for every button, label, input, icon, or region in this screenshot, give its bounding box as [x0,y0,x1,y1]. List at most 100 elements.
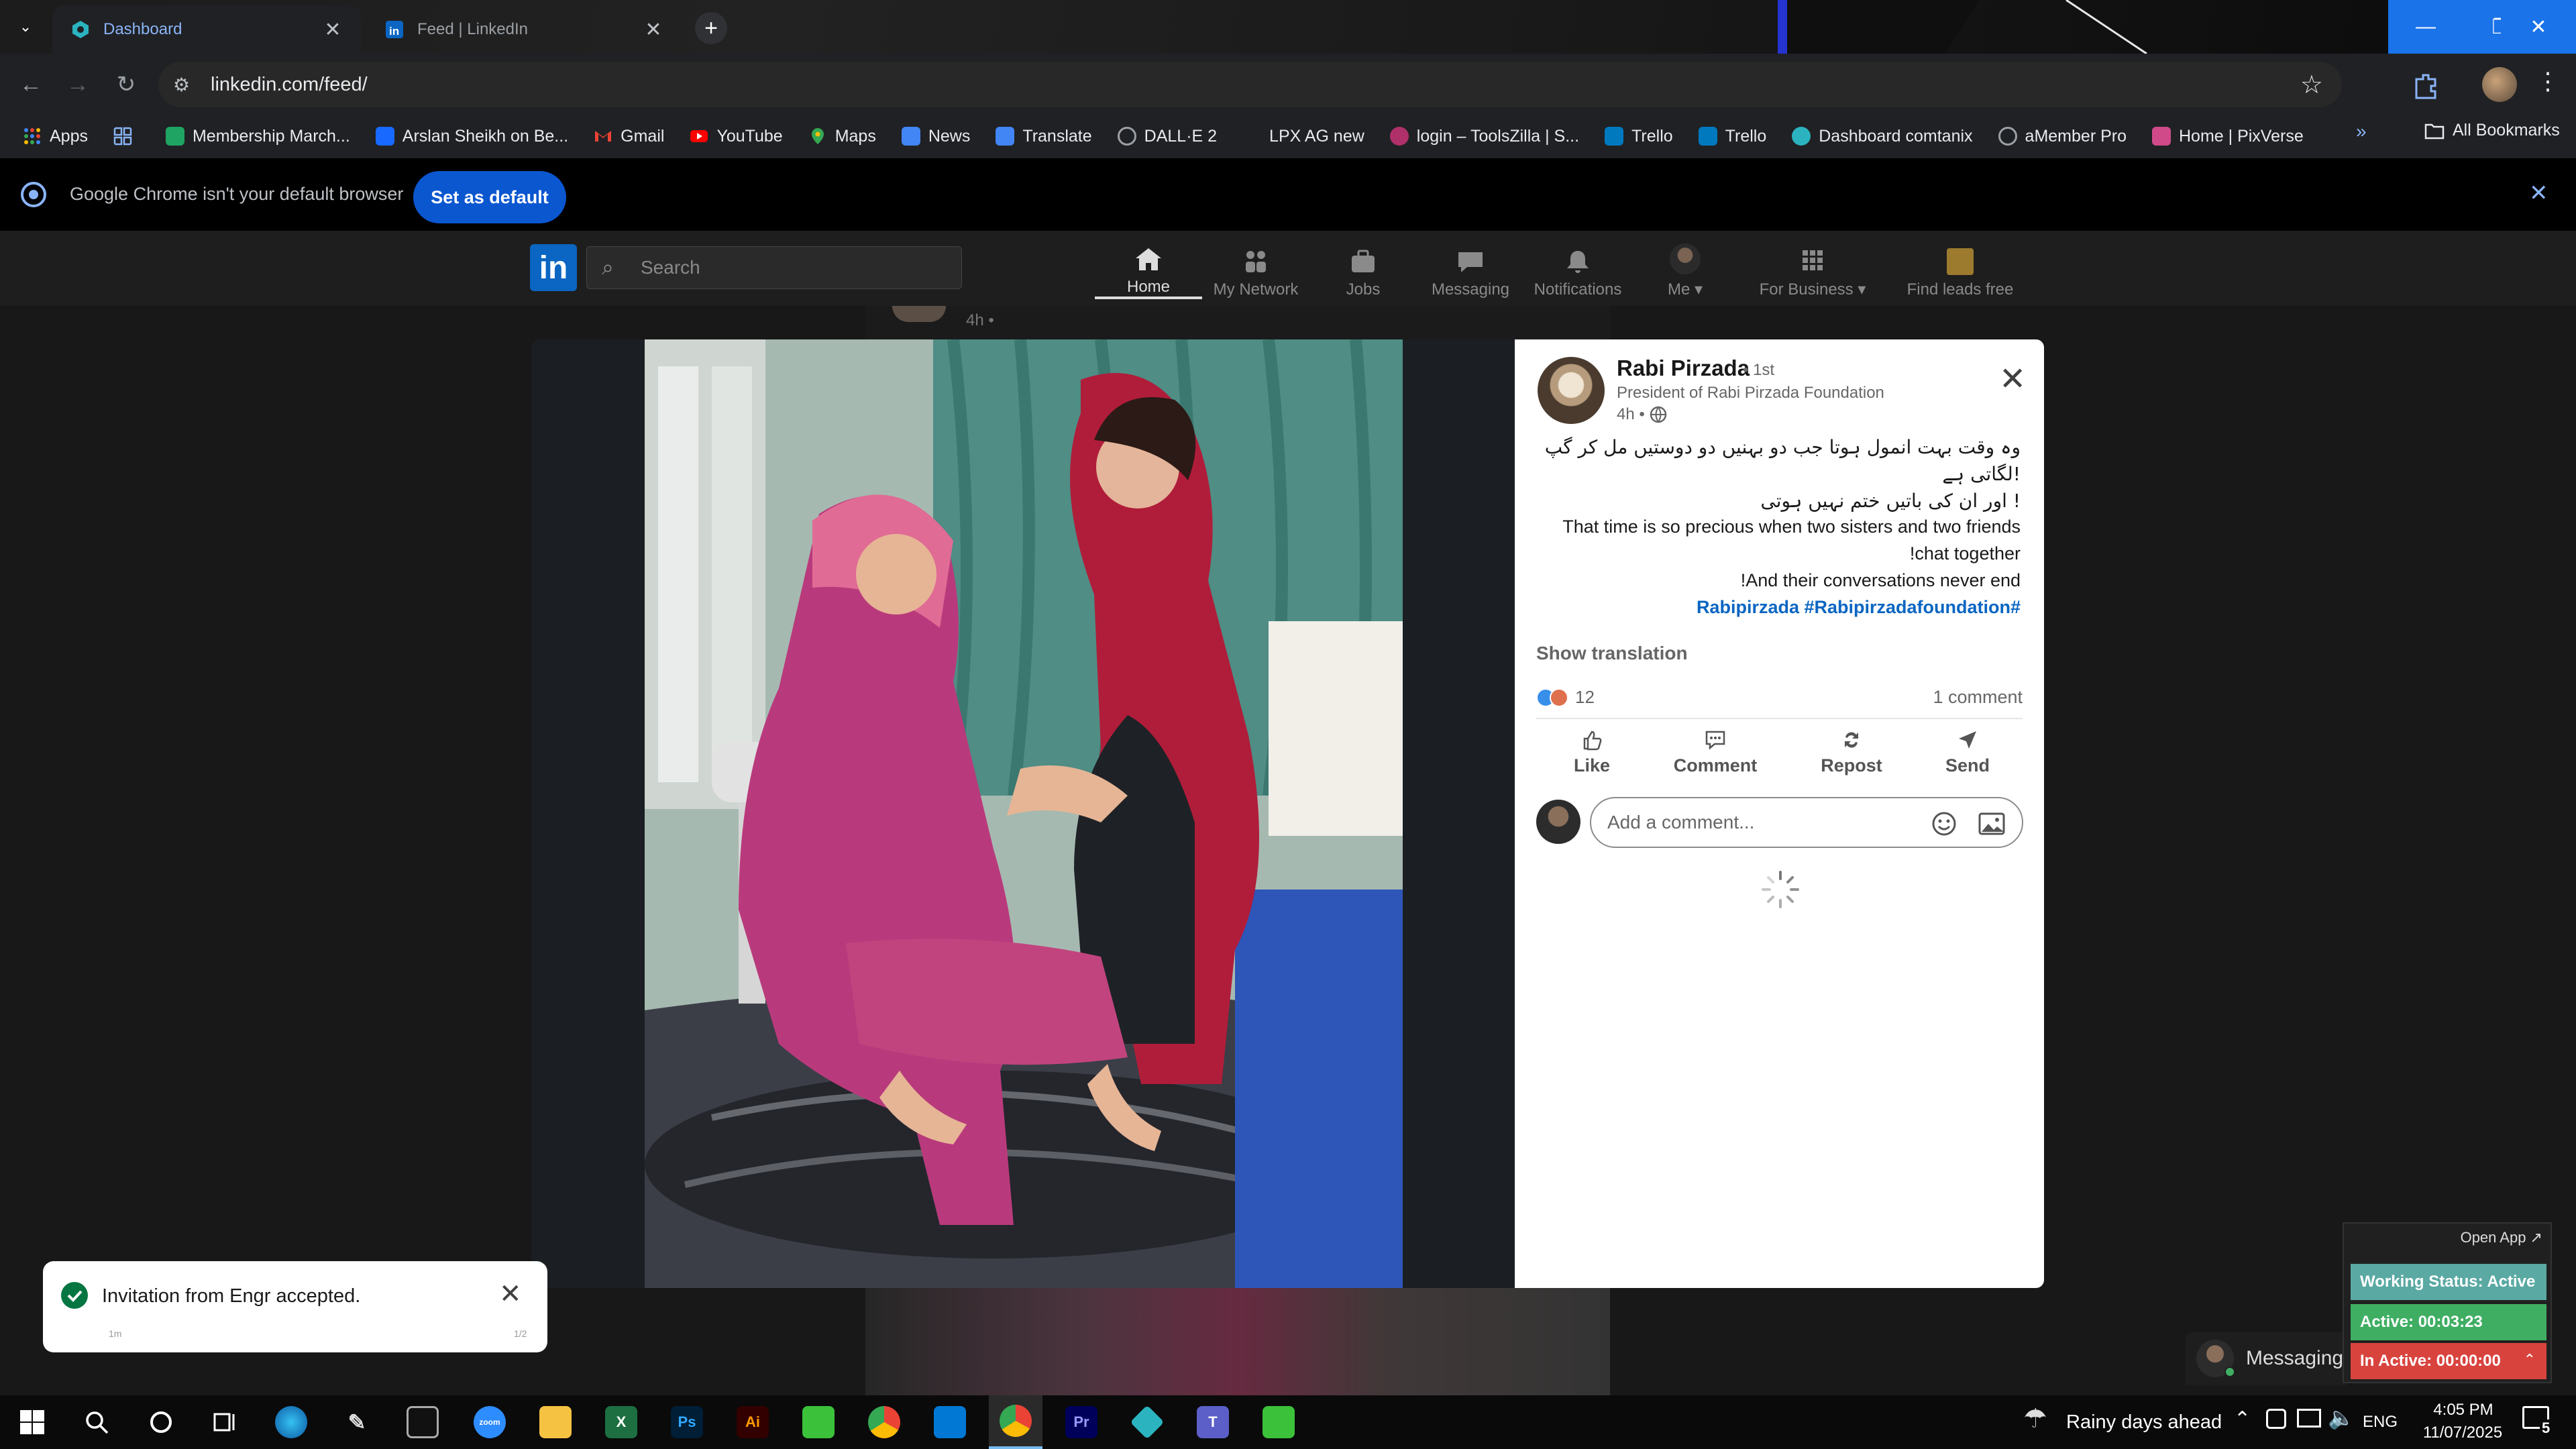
cortana-button[interactable] [134,1395,188,1449]
tracker-collapse-icon[interactable]: ⌃ [2524,1351,2536,1368]
bookmark-trello-1[interactable]: Trello [1605,127,1673,146]
bookmark-behance[interactable]: Arslan Sheikh on Be... [375,127,568,146]
maps-pin-icon [811,128,824,144]
menu-kebab-icon[interactable]: ⋮ [2536,67,2560,102]
taskbar-app-premiere[interactable]: Pr [1055,1395,1108,1449]
language-indicator[interactable]: ENG [2363,1413,2398,1432]
new-tab-button[interactable]: + [695,12,727,44]
nav-for-business[interactable]: For Business ▾ [1752,237,1873,299]
nav-home[interactable]: Home [1095,237,1202,299]
comment-button[interactable]: Comment [1658,729,1772,776]
taskbar-app-chrome-1[interactable] [857,1395,911,1449]
bookmark-dalle[interactable]: DALL·E 2 [1117,127,1217,146]
taskbar-app-terminal[interactable] [396,1395,449,1449]
taskbar-app-green-2[interactable] [1252,1395,1305,1449]
open-app-link[interactable]: Open App ↗ [2461,1229,2542,1246]
weather-text[interactable]: Rainy days ahead [2066,1411,2222,1434]
all-bookmarks-button[interactable]: All Bookmarks [2424,121,2560,140]
toast-close-icon[interactable]: ✕ [499,1279,522,1309]
taskbar-app-explorer[interactable] [529,1395,582,1449]
bookmark-toolszilla[interactable]: login – ToolsZilla | S... [1389,127,1579,146]
taskbar-app-edge[interactable] [264,1395,318,1449]
nav-find-leads[interactable]: Find leads free [1893,237,2027,299]
linkedin-search-input[interactable]: ⌕ Search [586,246,962,289]
task-view-button[interactable] [199,1395,252,1449]
tray-app-icon[interactable] [2266,1409,2286,1429]
jobs-icon [1352,250,1375,272]
taskbar-app-teams[interactable]: T [1186,1395,1240,1449]
taskbar-app-vscode[interactable] [923,1395,977,1449]
clock-date[interactable]: 11/07/2025 [2412,1424,2513,1442]
start-button[interactable] [5,1395,59,1449]
post-hashtags[interactable]: Rabipirzada #Rabipirzadafoundation# [1697,597,2021,618]
show-translation-link[interactable]: Show translation [1536,643,1688,664]
image-icon[interactable] [1978,810,2006,837]
network-icon[interactable] [2297,1409,2321,1428]
repost-button[interactable]: Repost [1805,729,1898,776]
close-window-button[interactable]: ✕ [2501,0,2576,54]
like-button[interactable]: Like [1555,729,1629,776]
infobar-close-icon[interactable]: ✕ [2529,180,2548,207]
wallpaper-decoration [1778,0,2147,54]
bookmark-apps[interactable]: Apps [23,127,88,146]
tab-dashboard[interactable]: Dashboard ✕ [52,5,361,54]
bookmark-comtanix[interactable]: Dashboard comtanix [1792,127,1973,146]
tab-linkedin[interactable]: in Feed | LinkedIn ✕ [366,5,682,54]
taskbar-app-comtanix[interactable] [1120,1395,1174,1449]
send-button[interactable]: Send [1931,729,2004,776]
forward-icon[interactable]: → [60,67,95,102]
clock-time[interactable]: 4:05 PM [2423,1401,2504,1419]
comment-input[interactable]: Add a comment... [1590,797,2023,848]
address-bar[interactable]: ⚙ linkedin.com/feed/ ☆ [158,62,2342,107]
more-bookmarks-chevron-icon[interactable]: » [2356,121,2367,142]
comment-count[interactable]: 1 comment [1933,687,2023,708]
emoji-icon[interactable] [1931,810,1957,837]
back-icon[interactable]: ← [13,67,48,102]
bookmark-youtube[interactable]: YouTube [690,127,783,146]
taskbar-search[interactable] [70,1395,123,1449]
edge-icon [275,1406,307,1438]
messaging-dock[interactable]: Messaging [2186,1332,2347,1385]
tab-close-icon[interactable]: ✕ [643,18,664,42]
taskbar-app-green-1[interactable] [792,1395,845,1449]
nav-notifications[interactable]: Notifications [1524,237,1631,299]
bookmark-maps[interactable]: Maps [808,127,876,146]
post-photo[interactable] [645,339,1403,1288]
bookmark-amember[interactable]: aMember Pro [1998,127,2127,146]
bookmark-translate[interactable]: Translate [996,127,1092,146]
tab-close-icon[interactable]: ✕ [322,18,343,42]
bookmark-tab-groups[interactable] [113,127,140,146]
minimize-button[interactable]: — [2388,0,2463,54]
bookmark-membership[interactable]: Membership March... [165,127,350,146]
volume-icon[interactable]: 🔈 [2328,1405,2355,1430]
tray-chevron-icon[interactable]: ⌃ [2234,1407,2251,1431]
tab-search-chevron-icon[interactable]: ⌄ [12,13,39,40]
taskbar-app-photoshop[interactable]: Ps [660,1395,714,1449]
site-info-icon[interactable]: ⚙ [173,74,190,96]
close-modal-icon[interactable]: ✕ [1999,364,2026,396]
bookmark-star-icon[interactable]: ☆ [2300,70,2323,100]
bookmark-label: Trello [1631,126,1673,146]
bookmark-pixverse[interactable]: Home | PixVerse [2152,127,2304,146]
extensions-icon[interactable] [2408,67,2443,102]
taskbar-app-pen[interactable]: ✎ [330,1395,384,1449]
author-name[interactable]: Rabi Pirzada [1617,356,1750,381]
linkedin-logo[interactable]: in [530,244,577,291]
author-avatar[interactable] [1538,357,1605,424]
profile-avatar[interactable] [2482,67,2517,102]
bookmark-trello-2[interactable]: Trello [1698,127,1766,146]
nav-messaging[interactable]: Messaging [1417,237,1524,299]
set-as-default-button[interactable]: Set as default [413,171,566,223]
taskbar-app-chrome-2[interactable] [989,1395,1042,1449]
nav-me[interactable]: Me ▾ [1631,237,1739,299]
taskbar-app-zoom[interactable]: zoom [463,1395,517,1449]
taskbar-app-illustrator[interactable]: Ai [726,1395,780,1449]
reactions-summary[interactable]: 12 [1536,687,1595,708]
bookmark-lpx[interactable]: LPX AG new [1242,127,1364,146]
bookmark-news[interactable]: News [901,127,970,146]
reload-icon[interactable]: ↻ [109,67,144,102]
nav-my-network[interactable]: My Network [1202,237,1309,299]
taskbar-app-excel[interactable]: X [594,1395,648,1449]
bookmark-gmail[interactable]: Gmail [594,127,664,146]
nav-jobs[interactable]: Jobs [1309,237,1417,299]
